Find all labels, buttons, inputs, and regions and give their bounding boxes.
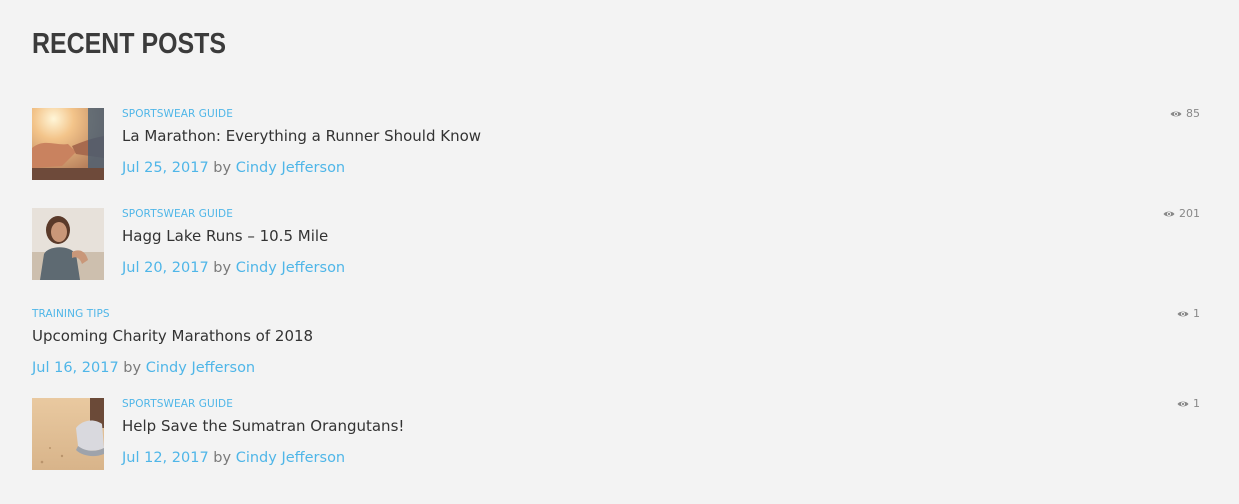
view-count: 1	[1177, 308, 1200, 320]
post-category[interactable]: SPORTSWEAR GUIDE	[122, 208, 345, 220]
post-meta: Jul 25, 2017 by Cindy Jefferson	[122, 159, 481, 177]
view-count: 1	[1177, 398, 1200, 410]
by-label: by	[213, 260, 232, 276]
post-meta: Jul 12, 2017 by Cindy Jefferson	[122, 449, 404, 467]
view-count-value: 1	[1193, 397, 1200, 410]
post-title[interactable]: Help Save the Sumatran Orangutans!	[122, 417, 404, 435]
eye-icon	[1163, 211, 1175, 217]
view-count-value: 85	[1186, 107, 1200, 120]
post-thumbnail[interactable]	[32, 108, 104, 180]
post-thumbnail[interactable]	[32, 398, 104, 470]
post-item: SPORTSWEAR GUIDE La Marathon: Everything…	[32, 108, 1200, 180]
post-author[interactable]: Cindy Jefferson	[236, 450, 345, 466]
runners-handshake-image	[32, 108, 104, 180]
post-author[interactable]: Cindy Jefferson	[236, 260, 345, 276]
post-thumbnail[interactable]	[32, 208, 104, 280]
post-author[interactable]: Cindy Jefferson	[236, 160, 345, 176]
section-title: RECENT POSTS	[32, 28, 227, 60]
by-label: by	[213, 160, 232, 176]
eye-icon	[1177, 401, 1189, 407]
by-label: by	[123, 360, 142, 376]
post-date[interactable]: Jul 12, 2017	[122, 450, 209, 466]
running-shoe-image	[32, 398, 104, 470]
post-item: SPORTSWEAR GUIDE Hagg Lake Runs – 10.5 M…	[32, 208, 1200, 280]
post-meta: Jul 16, 2017 by Cindy Jefferson	[32, 359, 313, 377]
view-count-value: 1	[1193, 307, 1200, 320]
woman-running-image	[32, 208, 104, 280]
post-category[interactable]: SPORTSWEAR GUIDE	[122, 398, 404, 410]
view-count: 85	[1170, 108, 1200, 120]
post-title[interactable]: Hagg Lake Runs – 10.5 Mile	[122, 227, 345, 245]
post-title[interactable]: La Marathon: Everything a Runner Should …	[122, 127, 481, 145]
post-category[interactable]: SPORTSWEAR GUIDE	[122, 108, 481, 120]
eye-icon	[1177, 311, 1189, 317]
by-label: by	[213, 450, 232, 466]
post-category[interactable]: TRAINING TIPS	[32, 308, 313, 320]
post-title[interactable]: Upcoming Charity Marathons of 2018	[32, 327, 313, 345]
post-item: TRAINING TIPS Upcoming Charity Marathons…	[32, 308, 1200, 380]
post-meta: Jul 20, 2017 by Cindy Jefferson	[122, 259, 345, 277]
post-date[interactable]: Jul 25, 2017	[122, 160, 209, 176]
post-item: SPORTSWEAR GUIDE Help Save the Sumatran …	[32, 398, 1200, 470]
view-count-value: 201	[1179, 207, 1200, 220]
post-date[interactable]: Jul 16, 2017	[32, 360, 119, 376]
post-author[interactable]: Cindy Jefferson	[146, 360, 255, 376]
post-date[interactable]: Jul 20, 2017	[122, 260, 209, 276]
view-count: 201	[1163, 208, 1200, 220]
eye-icon	[1170, 111, 1182, 117]
